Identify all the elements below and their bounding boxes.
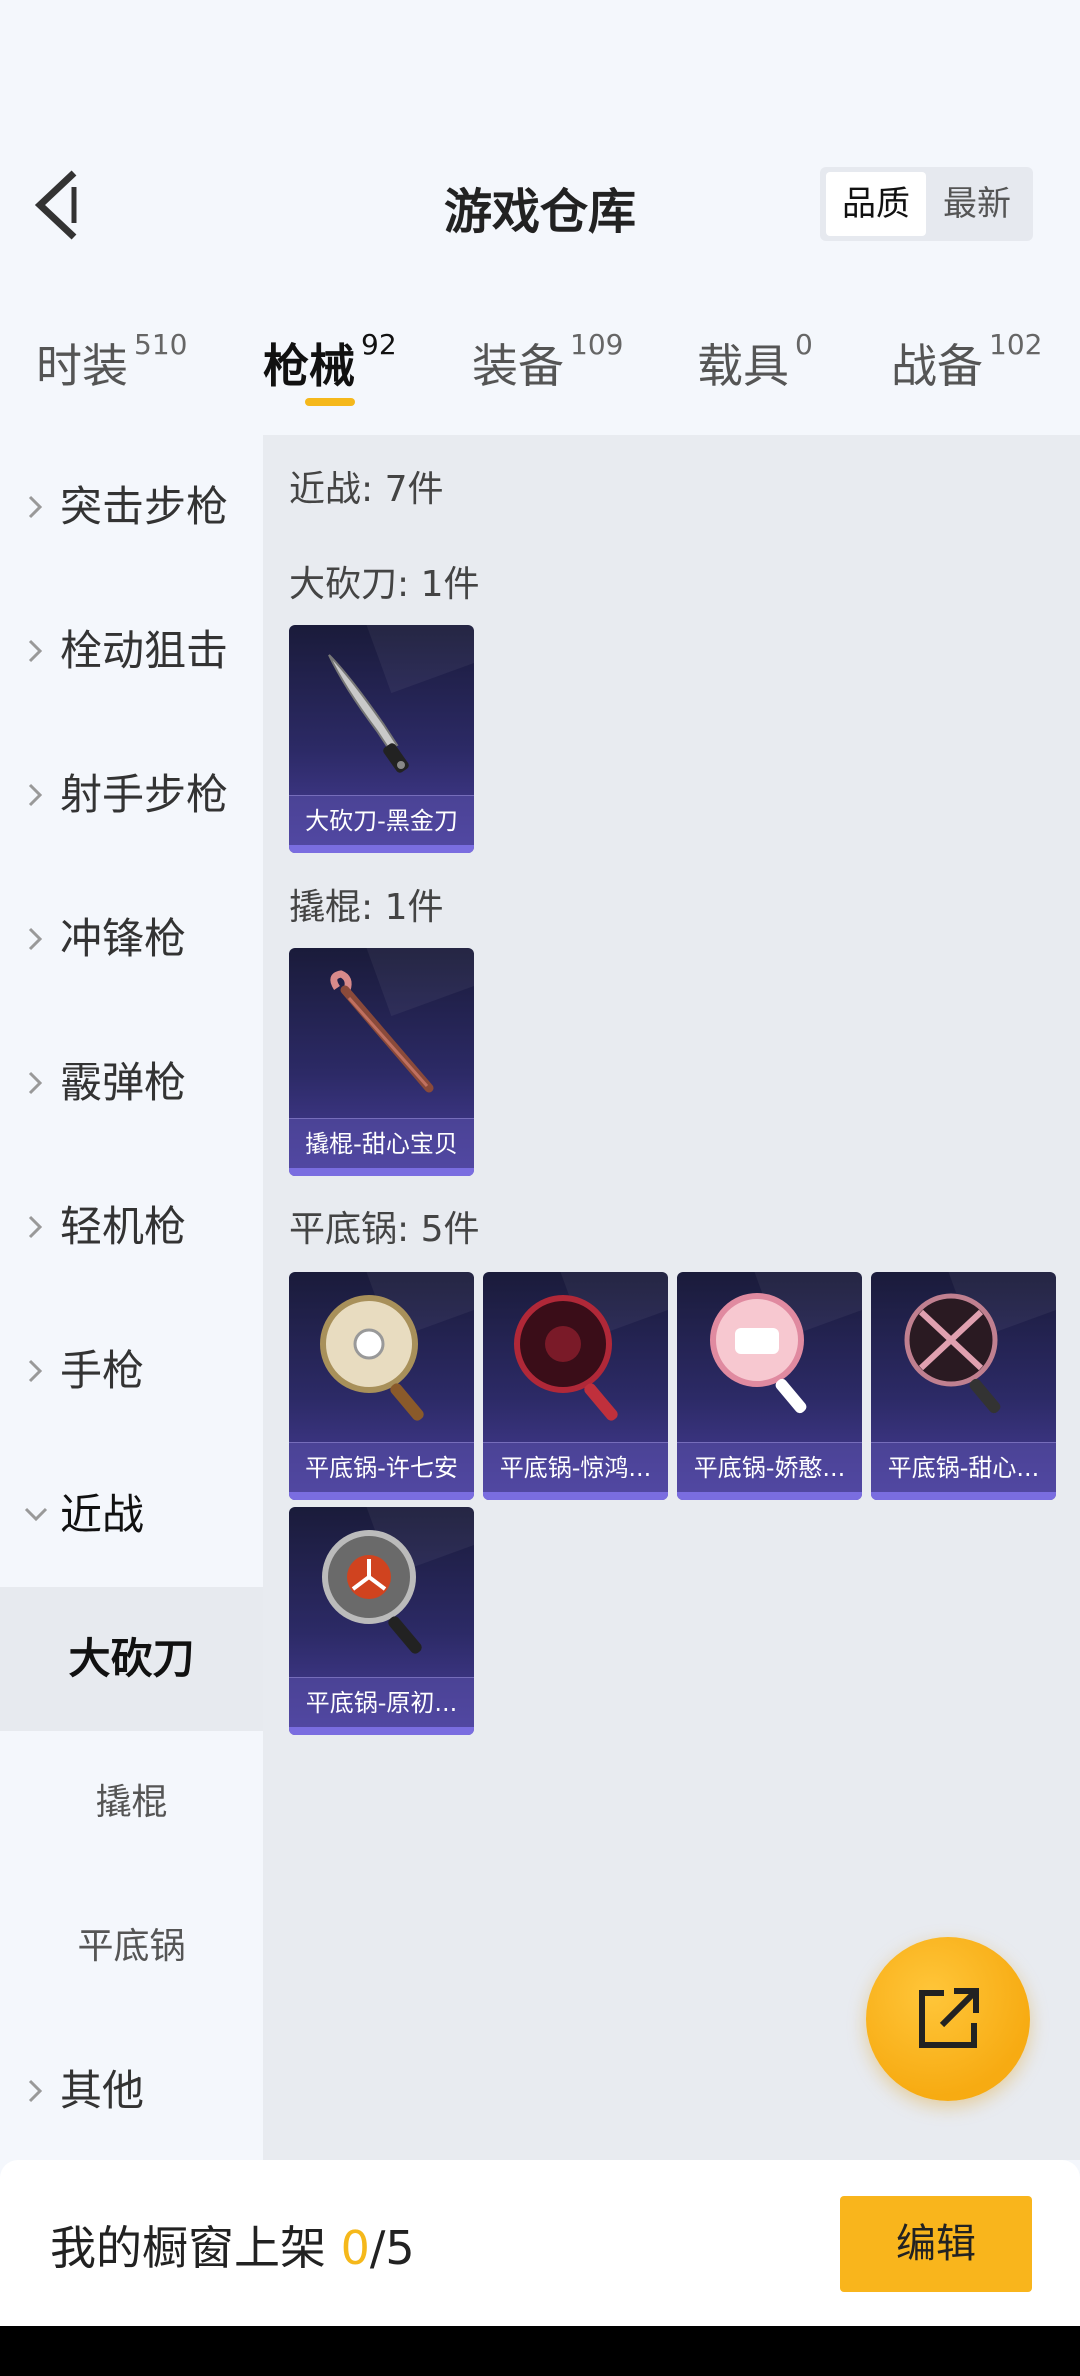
sidebar-item-label: 轻机枪 <box>60 1202 187 1251</box>
item-grid-panel: 近战: 7件 大砍刀: 1件 大砍刀-黑金刀 撬棍: 1件 撬棍-甜心宝贝 平底… <box>263 435 1080 2160</box>
pan-icon <box>514 1295 618 1421</box>
rarity-bar <box>289 845 474 853</box>
sidebar-item-label: 突击步枪 <box>60 482 229 531</box>
pan-icon <box>904 1293 1001 1414</box>
tab-label: 枪械 <box>263 339 355 393</box>
sidebar-item-label: 冲锋枪 <box>60 914 187 963</box>
sidebar: 突击步枪 栓动狙击 射手步枪 冲锋枪 霰弹枪 轻机枪 手枪 近战 大砍刀 撬棍 … <box>0 435 263 2160</box>
sort-quality-button[interactable]: 品质 <box>826 172 926 236</box>
item-name: 平底锅-原初... <box>289 1677 474 1727</box>
sidebar-item-label: 手枪 <box>60 1346 145 1395</box>
sidebar-subitem-crowbar[interactable]: 撬棍 <box>0 1731 263 1875</box>
pan-icon <box>320 1295 424 1421</box>
item-card[interactable]: 平底锅-娇憨... <box>677 1272 862 1500</box>
sort-toggle: 品质 最新 <box>820 167 1033 241</box>
tab-count: 102 <box>989 328 1043 361</box>
tab-count: 0 <box>795 328 813 361</box>
showcase-bar: 我的橱窗上架 0/5 编辑 <box>0 2160 1080 2326</box>
tab-count: 510 <box>134 328 188 361</box>
sidebar-subitem-label: 平底锅 <box>77 1926 186 1967</box>
system-nav-bar <box>0 2326 1080 2376</box>
sidebar-item-melee[interactable]: 近战 <box>0 1443 263 1587</box>
pan-icon <box>322 1530 422 1654</box>
sidebar-subitem-machete[interactable]: 大砍刀 <box>0 1587 263 1731</box>
tab-supplies[interactable]: 战备 102 <box>891 328 1043 410</box>
group-title-crowbar: 撬棍: 1件 <box>289 887 444 928</box>
tab-fashion[interactable]: 时装 510 <box>36 328 188 410</box>
chevron-right-icon <box>28 927 43 951</box>
item-card[interactable]: 平底锅-原初... <box>289 1507 474 1735</box>
tab-vehicles[interactable]: 载具 0 <box>697 328 813 410</box>
item-name: 平底锅-许七安 <box>289 1442 474 1492</box>
tab-label: 战备 <box>891 339 983 393</box>
showcase-total: /5 <box>369 2221 415 2275</box>
item-card[interactable]: 平底锅-惊鸿... <box>483 1272 668 1500</box>
chevron-right-icon <box>28 495 43 519</box>
crowbar-icon <box>330 970 434 1093</box>
sidebar-item-other[interactable]: 其他 <box>0 2019 263 2163</box>
sidebar-subitem-label: 大砍刀 <box>68 1634 195 1683</box>
rarity-bar <box>289 1168 474 1176</box>
sidebar-item-smg[interactable]: 冲锋枪 <box>0 867 263 1011</box>
tab-label: 载具 <box>697 339 789 393</box>
chevron-down-icon <box>24 1507 48 1522</box>
item-name: 撬棍-甜心宝贝 <box>289 1118 474 1168</box>
tab-label: 装备 <box>472 339 564 393</box>
item-card[interactable]: 平底锅-许七安 <box>289 1272 474 1500</box>
sidebar-item-label: 栓动狙击 <box>60 626 229 675</box>
tab-equipment[interactable]: 装备 109 <box>472 328 624 410</box>
tab-count: 109 <box>570 328 624 361</box>
sidebar-item-label: 射手步枪 <box>60 770 229 819</box>
sidebar-item-bolt-sniper[interactable]: 栓动狙击 <box>0 579 263 723</box>
rarity-bar <box>871 1492 1056 1500</box>
sidebar-item-marksman-rifle[interactable]: 射手步枪 <box>0 723 263 867</box>
external-link-icon <box>919 1988 979 2048</box>
sidebar-item-shotgun[interactable]: 霰弹枪 <box>0 1011 263 1155</box>
chevron-right-icon <box>28 783 43 807</box>
item-name: 大砍刀-黑金刀 <box>289 795 474 845</box>
showcase-listed-count: 0 <box>340 2221 370 2275</box>
item-name: 平底锅-甜心... <box>871 1442 1056 1492</box>
category-tabs: 时装 510 枪械 92 装备 109 载具 0 战备 102 <box>0 320 1080 420</box>
showcase-label: 我的橱窗上架 <box>50 2221 326 2275</box>
chevron-right-icon <box>28 2079 43 2103</box>
tab-count: 92 <box>361 328 397 361</box>
item-card[interactable]: 撬棍-甜心宝贝 <box>289 948 474 1176</box>
edit-button[interactable]: 编辑 <box>840 2196 1032 2292</box>
pan-icon <box>710 1293 807 1414</box>
tab-label: 时装 <box>36 339 128 393</box>
showcase-status: 我的橱窗上架 0/5 <box>50 2212 415 2278</box>
rarity-bar <box>483 1492 668 1500</box>
sidebar-item-pistol[interactable]: 手枪 <box>0 1299 263 1443</box>
chevron-right-icon <box>28 639 43 663</box>
sidebar-item-lmg[interactable]: 轻机枪 <box>0 1155 263 1299</box>
group-title-machete: 大砍刀: 1件 <box>289 564 480 605</box>
sort-newest-button[interactable]: 最新 <box>927 172 1027 236</box>
group-title-pan: 平底锅: 5件 <box>289 1209 480 1250</box>
rarity-bar <box>677 1492 862 1500</box>
item-card[interactable]: 大砍刀-黑金刀 <box>289 625 474 853</box>
sidebar-item-assault-rifle[interactable]: 突击步枪 <box>0 435 263 579</box>
item-name: 平底锅-惊鸿... <box>483 1442 668 1492</box>
item-card[interactable]: 平底锅-甜心... <box>871 1272 1056 1500</box>
chevron-right-icon <box>28 1215 43 1239</box>
rarity-bar <box>289 1492 474 1500</box>
sidebar-item-label: 霰弹枪 <box>60 1058 187 1107</box>
share-button[interactable] <box>866 1937 1030 2101</box>
sidebar-subitem-label: 撬棍 <box>95 1782 168 1823</box>
active-tab-indicator <box>305 398 355 406</box>
rarity-bar <box>289 1727 474 1735</box>
sidebar-subitem-pan[interactable]: 平底锅 <box>0 1875 263 2019</box>
sidebar-item-label: 近战 <box>60 1490 145 1539</box>
chevron-right-icon <box>28 1359 43 1383</box>
category-total: 近战: 7件 <box>289 469 444 510</box>
item-name: 平底锅-娇憨... <box>677 1442 862 1492</box>
chevron-right-icon <box>28 1071 43 1095</box>
sidebar-item-label: 其他 <box>60 2066 145 2115</box>
machete-icon <box>328 654 409 773</box>
